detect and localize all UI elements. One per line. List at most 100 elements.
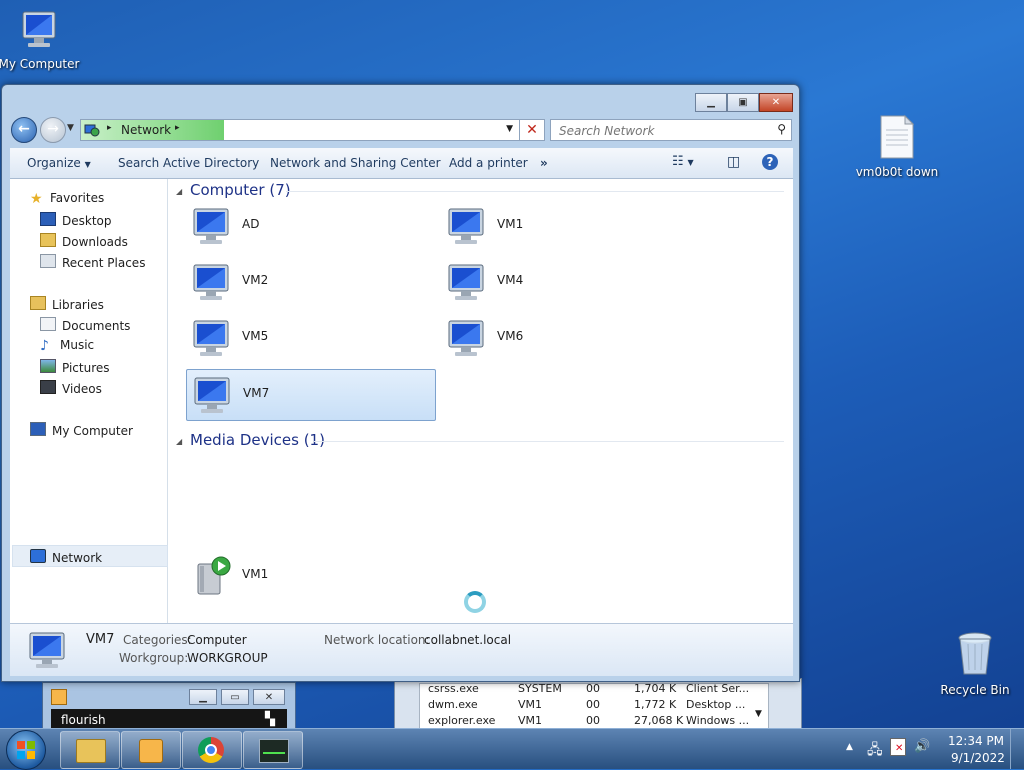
- process-desc: Windows ...: [686, 714, 750, 727]
- network-icon: [84, 124, 100, 137]
- show-desktop-button[interactable]: [1010, 729, 1024, 769]
- breadcrumb-network[interactable]: Network: [121, 123, 171, 137]
- organize-button[interactable]: Organize ▼: [27, 156, 91, 170]
- task-manager-icon: [259, 739, 289, 763]
- maximize-button[interactable]: ▣: [727, 93, 759, 112]
- preview-pane-button[interactable]: ◫: [727, 154, 740, 170]
- computer-item[interactable]: VM2: [186, 257, 434, 307]
- nav-desktop[interactable]: Desktop: [40, 212, 112, 228]
- desktop-icon-vm-file[interactable]: vm0b0t down: [852, 114, 942, 179]
- minimize-button[interactable]: ▁: [695, 93, 727, 112]
- volume-icon[interactable]: 🔊: [914, 739, 930, 754]
- nav-label: Pictures: [62, 361, 110, 375]
- start-button[interactable]: [6, 730, 46, 770]
- computer-item[interactable]: VM5: [186, 313, 434, 363]
- clock-time[interactable]: 12:34 PM: [948, 734, 1004, 748]
- change-view-button[interactable]: ☷ ▼: [672, 154, 694, 169]
- breadcrumb-chevron-icon[interactable]: ▸: [107, 123, 112, 133]
- nav-favorites[interactable]: ★ Favorites: [30, 191, 104, 207]
- nav-recent-places[interactable]: Recent Places: [40, 254, 145, 270]
- search-icon[interactable]: ⚲: [777, 122, 786, 136]
- explorer-window: ▁ ▣ ✕ ← → ▼ ▸ Network ▸ ▼ ✕ ⚲ Organize ▼…: [1, 84, 800, 682]
- breadcrumb-chevron-icon[interactable]: ▸: [175, 123, 180, 133]
- scroll-down-icon[interactable]: ▼: [755, 709, 762, 719]
- clock-date[interactable]: 9/1/2022: [951, 751, 1005, 765]
- close-button[interactable]: ✕: [759, 93, 793, 112]
- help-button[interactable]: ?: [762, 154, 778, 170]
- item-label: VM1: [497, 217, 524, 231]
- details-categories-value: Computer: [187, 633, 247, 647]
- star-icon: ★: [30, 191, 43, 207]
- process-desc: Client Ser...: [686, 682, 750, 695]
- computer-icon: [193, 320, 229, 356]
- nav-pictures[interactable]: Pictures: [40, 359, 110, 375]
- chevron-down-icon: ▼: [84, 160, 91, 169]
- process-row[interactable]: explorer.exe VM1 00 27,068 K Windows ...: [420, 712, 768, 728]
- nav-label: Recent Places: [62, 256, 146, 270]
- minimize-button[interactable]: ▁: [189, 689, 217, 705]
- downloads-folder-icon: [40, 233, 56, 247]
- process-mem: 27,068 K: [634, 714, 684, 727]
- process-list[interactable]: csrss.exe SYSTEM 00 1,704 K Client Ser... dwm…: [419, 680, 769, 731]
- computer-item[interactable]: VM4: [441, 257, 689, 307]
- chevron-down-icon: ▼: [687, 158, 694, 167]
- show-hidden-icons-button[interactable]: ▲: [846, 742, 853, 752]
- recent-pages-dropdown[interactable]: ▼: [67, 123, 74, 133]
- add-printer-button[interactable]: Add a printer: [449, 156, 528, 170]
- computer-icon: [30, 422, 46, 436]
- network-icon: [30, 549, 46, 563]
- more-commands-button[interactable]: »: [540, 156, 548, 170]
- computer-item[interactable]: VM7: [186, 369, 436, 421]
- collapse-group-icon[interactable]: ◢: [176, 437, 182, 446]
- process-row[interactable]: csrss.exe SYSTEM 00 1,704 K Client Ser...: [420, 680, 768, 696]
- task-manager-window[interactable]: csrss.exe SYSTEM 00 1,704 K Client Ser... dwm…: [394, 678, 802, 732]
- group-header-media[interactable]: Media Devices (1): [190, 431, 325, 449]
- item-label: VM6: [497, 329, 524, 343]
- nav-downloads[interactable]: Downloads: [40, 233, 128, 249]
- desktop-icon-my-computer[interactable]: My Computer: [0, 8, 84, 71]
- stop-button[interactable]: ✕: [519, 119, 545, 141]
- network-tray-icon[interactable]: 🖧: [867, 739, 883, 763]
- nav-documents[interactable]: Documents: [40, 317, 130, 333]
- search-active-directory-button[interactable]: Search Active Directory: [118, 156, 259, 170]
- back-button[interactable]: ←: [11, 117, 37, 143]
- network-sharing-center-button[interactable]: Network and Sharing Center: [270, 156, 441, 170]
- process-name: explorer.exe: [428, 714, 496, 727]
- nav-music[interactable]: ♪ Music: [40, 338, 94, 354]
- process-user: VM1: [518, 714, 543, 727]
- nav-network[interactable]: Network: [30, 549, 102, 565]
- group-header-computer[interactable]: Computer (7): [190, 181, 291, 199]
- taskbar-explorer-button[interactable]: [60, 731, 120, 769]
- process-user: SYSTEM: [518, 682, 562, 695]
- nav-libraries[interactable]: Libraries: [30, 296, 104, 312]
- computer-icon: [193, 264, 229, 300]
- forward-button[interactable]: →: [40, 117, 66, 143]
- folder-icon: [76, 739, 106, 763]
- nav-my-computer[interactable]: My Computer: [30, 422, 133, 438]
- computer-item[interactable]: AD: [186, 201, 434, 251]
- nav-label: Videos: [62, 382, 102, 396]
- taskbar-media-button[interactable]: [121, 731, 181, 769]
- background-window-flourish[interactable]: ▁ ▭ ✕ flourish ▚: [42, 682, 296, 732]
- media-device-item[interactable]: VM1: [186, 551, 434, 601]
- computer-icon: [448, 264, 484, 300]
- desktop-icon-label: vm0b0t down: [855, 165, 939, 179]
- window-controls: ▁ ▣ ✕: [695, 93, 793, 112]
- desktop-icon-recycle-bin[interactable]: Recycle Bin: [930, 630, 1020, 697]
- maximize-button[interactable]: ▭: [221, 689, 249, 705]
- search-input[interactable]: [557, 122, 771, 140]
- computer-item[interactable]: VM6: [441, 313, 689, 363]
- nav-videos[interactable]: Videos: [40, 380, 102, 396]
- taskbar-chrome-button[interactable]: [182, 731, 242, 769]
- computer-item[interactable]: VM1: [441, 201, 689, 251]
- collapse-group-icon[interactable]: ◢: [176, 187, 182, 196]
- desktop-icon-label: Recycle Bin: [940, 683, 1010, 697]
- search-box[interactable]: ⚲: [550, 119, 792, 141]
- close-button[interactable]: ✕: [253, 689, 285, 705]
- process-row[interactable]: dwm.exe VM1 00 1,772 K Desktop ...: [420, 696, 768, 712]
- taskbar-task-manager-button[interactable]: [243, 731, 303, 769]
- action-center-flag-icon[interactable]: ✕: [890, 738, 906, 756]
- address-dropdown-icon[interactable]: ▼: [506, 124, 513, 134]
- address-bar[interactable]: ▸ Network ▸ ▼: [80, 119, 520, 141]
- preview-pane-icon: ◫: [727, 154, 741, 170]
